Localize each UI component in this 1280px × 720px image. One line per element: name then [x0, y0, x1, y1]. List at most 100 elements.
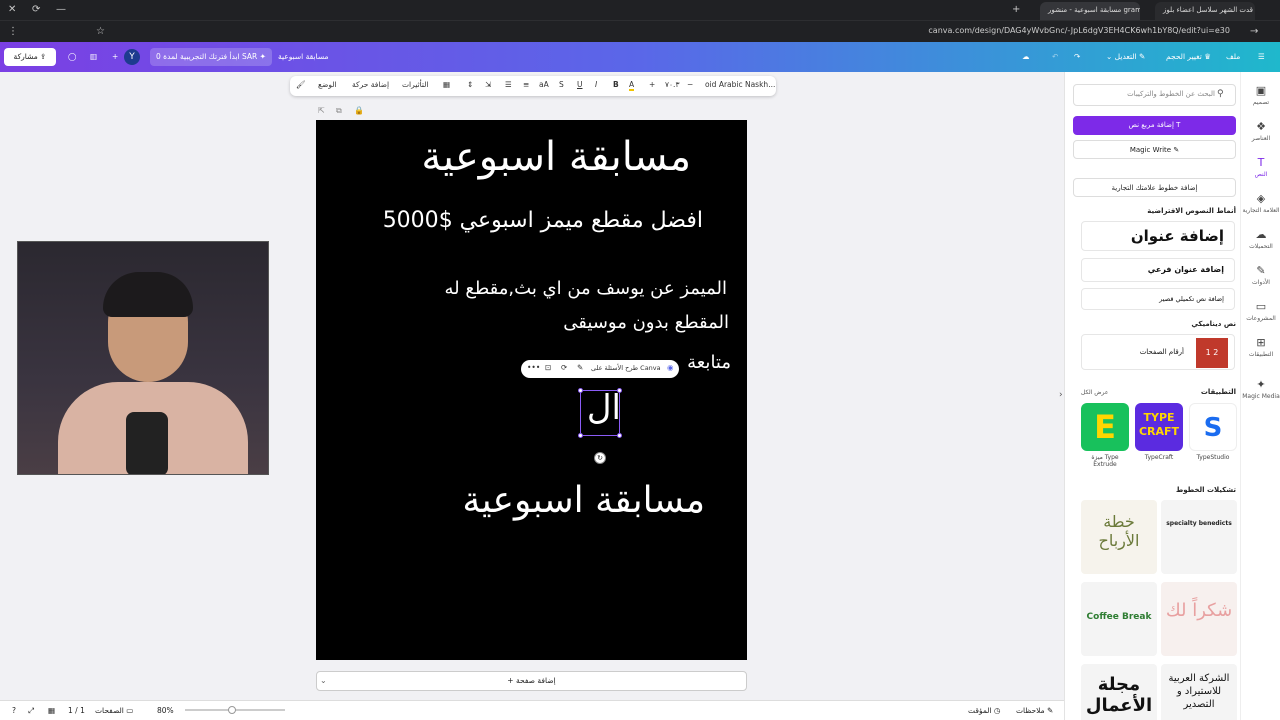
brand-fonts-button[interactable]: إضافة خطوط علامتك التجارية	[1073, 178, 1236, 197]
canvas-subtitle[interactable]: افضل مقطع ميمز اسبوعي $5000	[383, 208, 703, 233]
redo-icon[interactable]: ↷	[1068, 48, 1086, 66]
canvas-line3[interactable]: متابعة	[687, 352, 731, 373]
spacing-icon[interactable]: ⇕	[467, 80, 473, 89]
combo-card[interactable]: مجلة الأعمال	[1081, 664, 1157, 720]
grid-view-icon[interactable]: ▦	[48, 706, 55, 715]
back-icon[interactable]: →	[1250, 26, 1258, 37]
close-icon[interactable]: ✕	[8, 4, 16, 15]
edit-mode-button[interactable]: ⌄ التعديل ✎	[1100, 48, 1151, 66]
canvas-line1[interactable]: الميمز عن يوسف من اي بث,مقطع له	[444, 278, 727, 299]
undo-icon[interactable]: ↶	[1046, 48, 1064, 66]
app-type-extrude[interactable]: E	[1081, 403, 1129, 451]
more-icon[interactable]: •••	[527, 363, 540, 372]
zoom-level[interactable]: 80%	[157, 706, 174, 715]
see-all-link[interactable]: عرض الكل	[1081, 389, 1108, 396]
trial-button[interactable]: ابدأ فترتك التجريبية لمدة 0 SAR ✦	[150, 48, 272, 66]
url-text[interactable]: canva.com/design/DAG4yWvbGnc/-JpL6dgV3EH…	[928, 26, 1230, 35]
canvas-line2[interactable]: المقطع بدون موسيقى	[563, 312, 729, 333]
transparency-icon[interactable]: ▦	[443, 80, 450, 89]
new-tab-icon[interactable]: +	[1012, 4, 1020, 15]
hamburger-icon[interactable]: ☰	[1252, 48, 1271, 66]
magic-edit-icon[interactable]: ✎	[577, 363, 583, 372]
search-input[interactable]: البحث عن الخطوط والتركيبات	[1073, 84, 1236, 106]
rail-design[interactable]: ▣ تصميم	[1241, 84, 1280, 106]
text-resize-icon[interactable]: ⇲	[485, 80, 491, 89]
combo-card[interactable]: شكراً لك	[1161, 582, 1237, 656]
pages-button[interactable]: الصفحات ▭	[95, 706, 133, 715]
rail-elements[interactable]: ❖ العناصر	[1241, 120, 1280, 142]
font-family-select[interactable]: oid Arabic Naskh...	[705, 80, 775, 89]
menu-icon[interactable]: ⋮	[8, 26, 18, 37]
rail-uploads[interactable]: ☁ التحميلات	[1241, 228, 1280, 250]
combo-card[interactable]: خطة الأرباح	[1081, 500, 1157, 574]
browser-tab-active[interactable]: مسابقة اسبوعية - منشور gram	[1040, 2, 1140, 20]
rail-projects[interactable]: ▭ المشروعات	[1241, 300, 1280, 322]
list-icon[interactable]: ☰	[505, 80, 512, 89]
refresh-icon[interactable]: ⟳	[32, 4, 40, 15]
combo-card[interactable]: الشركة العربية للاستيراد و التصدير	[1161, 664, 1237, 720]
help-icon[interactable]: ?	[12, 706, 16, 715]
combo-card[interactable]: specialty benedicts	[1161, 500, 1237, 574]
ask-canva-button[interactable]: طرح الأسئلة على Canva	[591, 364, 661, 372]
add-text-box-button[interactable]: إضافة مربع نص T	[1073, 116, 1236, 135]
design-page[interactable]: مسابقة اسبوعية افضل مقطع ميمز اسبوعي $50…	[316, 120, 747, 660]
timer-button[interactable]: المؤقت ◷	[968, 706, 1000, 715]
analytics-icon[interactable]: ▥	[84, 48, 103, 66]
resize-handle[interactable]	[617, 388, 622, 393]
decrease-size-button[interactable]: −	[687, 80, 693, 89]
rail-apps[interactable]: ⊞ التطبيقات	[1241, 336, 1280, 358]
combo-card[interactable]: Coffee Break	[1081, 582, 1157, 656]
animate-button[interactable]: إضافة حركة	[352, 80, 389, 89]
rail-brand[interactable]: ◈ العلامة التجارية	[1241, 192, 1280, 214]
bold-button[interactable]: B	[613, 80, 619, 89]
app-typestudio[interactable]: S	[1189, 403, 1237, 451]
notes-button[interactable]: ملاحظات ✎	[1016, 706, 1053, 715]
effects-button[interactable]: التأثيرات	[402, 80, 429, 89]
align-icon[interactable]: ≡	[523, 80, 529, 89]
lock-element-icon[interactable]: ⊡	[545, 363, 551, 372]
file-menu[interactable]: ملف	[1220, 48, 1246, 66]
position-button[interactable]: الوضع	[318, 80, 337, 89]
rail-tools[interactable]: ✎ الأدوات	[1241, 264, 1280, 286]
app-typecraft[interactable]: TYPE CRAFT	[1135, 403, 1183, 451]
lock-icon[interactable]: 🔒	[354, 106, 364, 115]
duplicate-page-icon[interactable]: ⧉	[336, 106, 342, 116]
magic-write-button[interactable]: Magic Write ✎	[1073, 140, 1236, 159]
browser-tab[interactable]: قدت الشهر سلاسل اعضاء بلوز !!	[1155, 2, 1255, 20]
chevron-down-icon[interactable]: ⌄	[320, 676, 327, 685]
comment-icon[interactable]: ◯	[62, 48, 82, 66]
add-body-card[interactable]: إضافة نص تكميلي قصير	[1081, 288, 1235, 310]
italic-icon[interactable]: I	[595, 80, 597, 89]
add-heading-card[interactable]: إضافة عنوان	[1081, 221, 1235, 251]
resize-button[interactable]: تغيير الحجم ♛	[1160, 48, 1217, 66]
canvas-title[interactable]: مسابقة اسبوعية	[421, 134, 691, 180]
resize-handle[interactable]	[578, 433, 583, 438]
design-title[interactable]: مسابقة اسبوعية	[272, 48, 335, 66]
fullscreen-icon[interactable]: ⤢	[28, 706, 34, 716]
rotate-handle[interactable]: ↻	[594, 452, 606, 464]
paint-format-icon[interactable]: 🖌	[296, 80, 306, 89]
canvas-footer-title[interactable]: مسابقة اسبوعية	[462, 480, 705, 521]
add-page-button[interactable]: + إضافة صفحة	[316, 671, 747, 691]
collapse-panel-icon[interactable]: ›	[1059, 390, 1063, 400]
font-size-field[interactable]: ٧٠.٣	[665, 80, 679, 89]
add-icon[interactable]: +	[106, 48, 124, 66]
share-page-icon[interactable]: ⇱	[318, 106, 325, 115]
add-subheading-card[interactable]: إضافة عنوان فرعي	[1081, 258, 1235, 282]
resize-handle[interactable]	[578, 388, 583, 393]
zoom-slider-knob[interactable]	[228, 706, 236, 714]
avatar[interactable]: Y	[124, 49, 140, 65]
strikethrough-icon[interactable]: S	[559, 80, 564, 89]
selection-box[interactable]	[578, 388, 622, 438]
cloud-icon[interactable]: ☁	[1016, 48, 1036, 66]
rail-text[interactable]: T النص	[1241, 156, 1280, 178]
star-icon[interactable]: ☆	[96, 26, 105, 37]
share-button[interactable]: مشاركة ⇪	[4, 48, 56, 66]
rail-magic-media[interactable]: ✦ Magic Media	[1241, 378, 1280, 400]
case-icon[interactable]: aA	[539, 80, 549, 89]
text-color-button[interactable]: A	[629, 80, 635, 91]
minimize-icon[interactable]: —	[56, 4, 66, 15]
increase-size-button[interactable]: +	[649, 80, 655, 89]
underline-icon[interactable]: U	[577, 80, 583, 89]
refresh-element-icon[interactable]: ⟳	[561, 363, 567, 372]
